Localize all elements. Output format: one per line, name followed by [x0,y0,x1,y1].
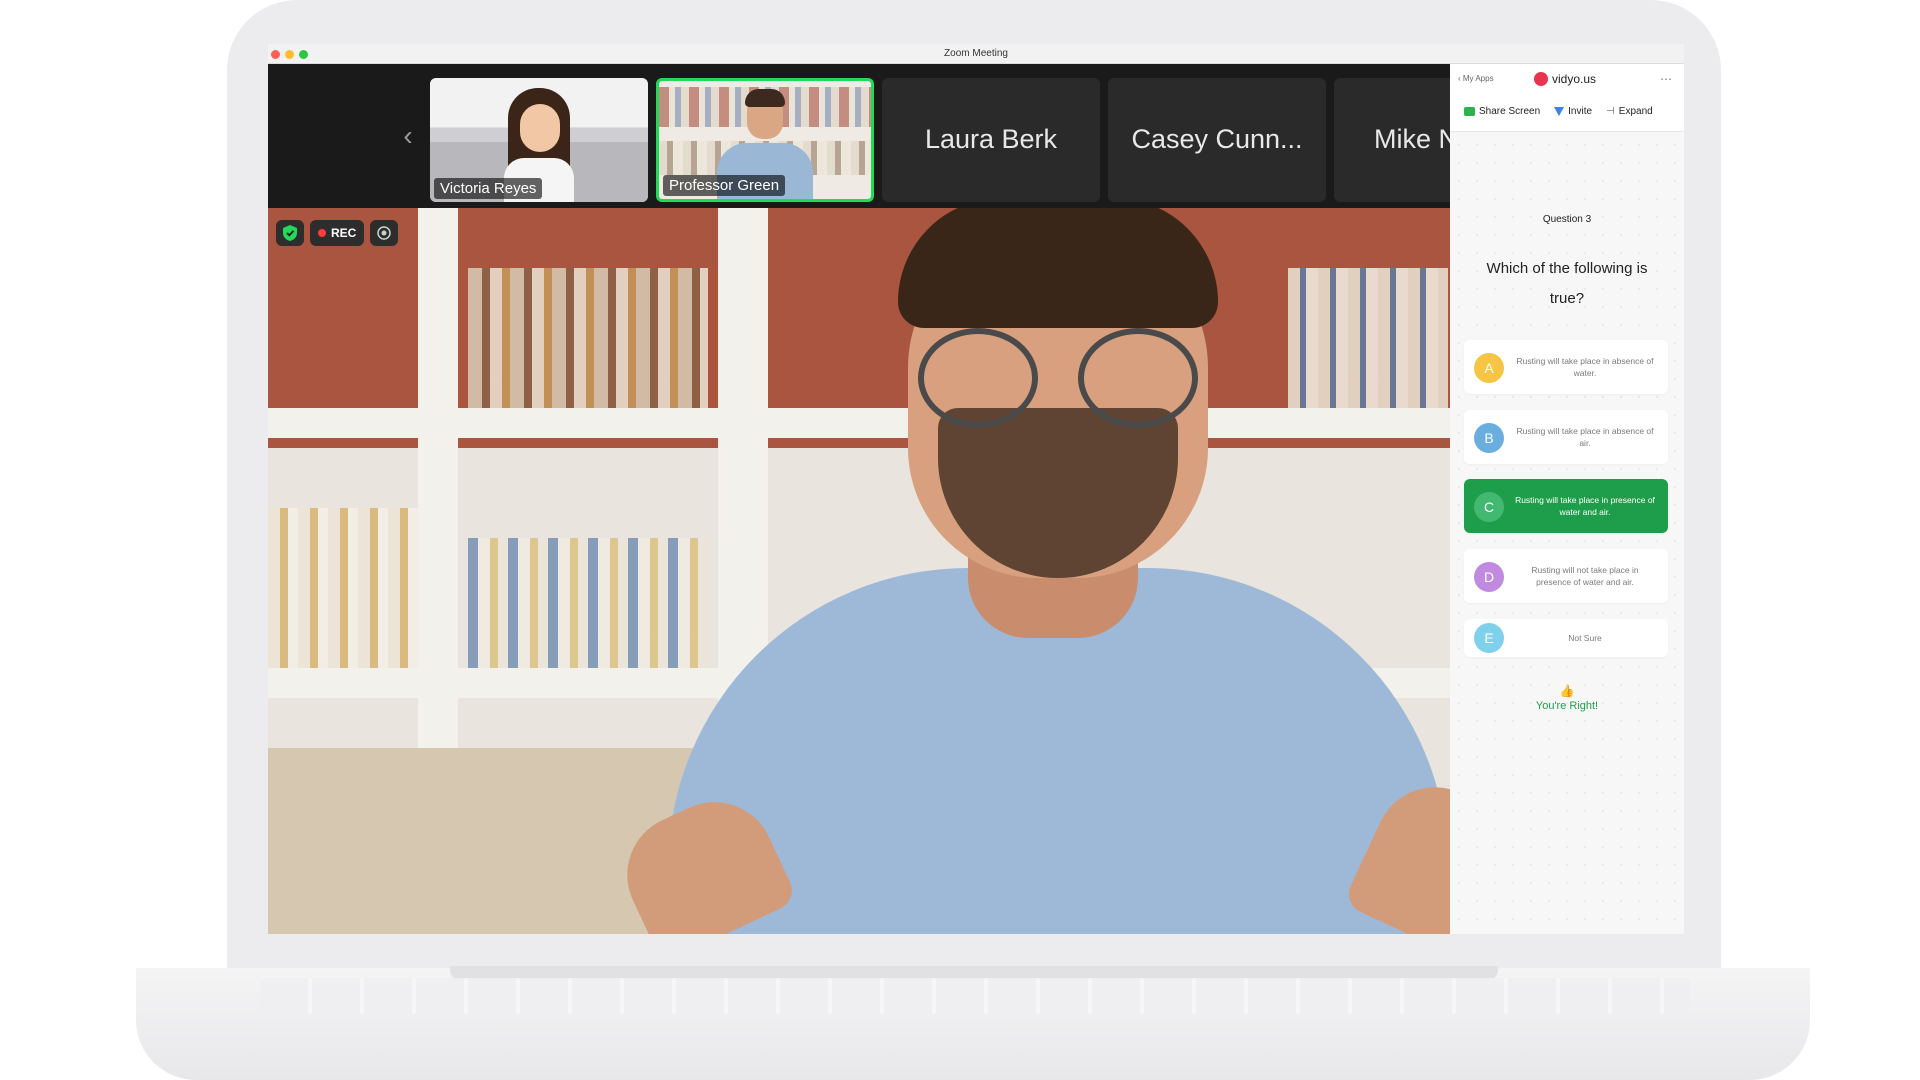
app-actions: Share Screen Invite ⊣ Expand [1464,106,1653,117]
record-dot-icon [318,229,326,237]
chevron-left-icon[interactable]: ‹ [388,116,428,156]
invite-icon [1554,107,1565,116]
laptop-keyboard [260,978,1690,1014]
invite-button[interactable]: Invite [1554,106,1592,117]
answer-option-e[interactable]: E Not Sure [1464,619,1668,657]
vidyo-app-panel: ‹ My Apps vidyo.us ⋯ Share Screen Invite… [1450,64,1684,934]
thumbs-up-icon: 👍 [1559,684,1575,698]
share-screen-button[interactable]: Share Screen [1464,106,1540,117]
active-speaker-video: REC [268,208,1450,934]
option-text: Rusting will take place in absence of wa… [1516,356,1654,378]
share-screen-icon [1464,107,1475,116]
option-letter-badge: B [1474,423,1504,453]
brand-name: vidyo.us [1552,72,1597,86]
participant-tile-victoria-reyes[interactable]: Victoria Reyes [430,78,648,202]
expand-icon: ⊣ [1606,106,1615,117]
window-title: Zoom Meeting [944,48,1008,59]
option-letter-badge: D [1474,562,1504,592]
window-titlebar: Zoom Meeting [268,44,1684,64]
expand-button[interactable]: ⊣ Expand [1606,106,1653,117]
more-options-icon[interactable]: ⋯ [1660,72,1672,86]
screen: Zoom Meeting ‹ Victoria Reyes Professor … [268,44,1684,934]
participant-tile-casey[interactable]: Casey Cunn... [1108,78,1326,202]
recording-label: REC [331,226,357,240]
record-settings-icon[interactable] [370,220,399,246]
answer-feedback: You're Right! [1535,700,1599,712]
participant-strip: ‹ Victoria Reyes Professor Green Laura B… [268,64,1464,208]
question-text: Which of the following is true? [1486,260,1648,307]
option-letter-badge: C [1474,492,1504,522]
my-apps-back-link[interactable]: ‹ My Apps [1458,74,1494,83]
answer-option-a[interactable]: A Rusting will take place in absence of … [1464,340,1668,394]
participant-name-label: Professor Green [663,175,786,196]
answer-option-d[interactable]: D Rusting will not take place in presenc… [1464,549,1668,603]
share-screen-label: Share Screen [1479,106,1541,117]
expand-label: Expand [1618,106,1653,117]
vidyo-logo-icon [1534,72,1548,86]
answer-option-b[interactable]: B Rusting will take place in absence of … [1464,410,1668,464]
participant-name-label: Laura Berk [924,124,1058,154]
option-text: Rusting will take place in presence of w… [1515,495,1655,517]
option-text: Rusting will not take place in presence … [1531,565,1639,587]
option-letter-badge: A [1474,353,1504,383]
participant-tile-mike[interactable]: Mike N [1334,78,1464,202]
app-panel-header: ‹ My Apps vidyo.us ⋯ Share Screen Invite… [1450,64,1684,132]
question-number: Question 3 [1542,214,1592,225]
participant-name-label: Victoria Reyes [434,178,543,199]
shield-check-icon[interactable] [276,220,304,246]
participant-tile-laura-berk[interactable]: Laura Berk [882,78,1100,202]
participant-tile-professor-green[interactable]: Professor Green [656,78,874,202]
invite-label: Invite [1568,106,1593,117]
recording-badge[interactable]: REC [310,220,365,246]
participant-name-label: Casey Cunn... [1131,124,1303,154]
option-text: Not Sure [1568,633,1602,643]
option-letter-badge: E [1474,623,1504,653]
option-text: Rusting will take place in absence of ai… [1516,426,1654,448]
app-brand: vidyo.us [1534,72,1596,86]
answer-option-c[interactable]: C Rusting will take place in presence of… [1464,479,1668,533]
meeting-status-badges: REC [276,220,399,246]
